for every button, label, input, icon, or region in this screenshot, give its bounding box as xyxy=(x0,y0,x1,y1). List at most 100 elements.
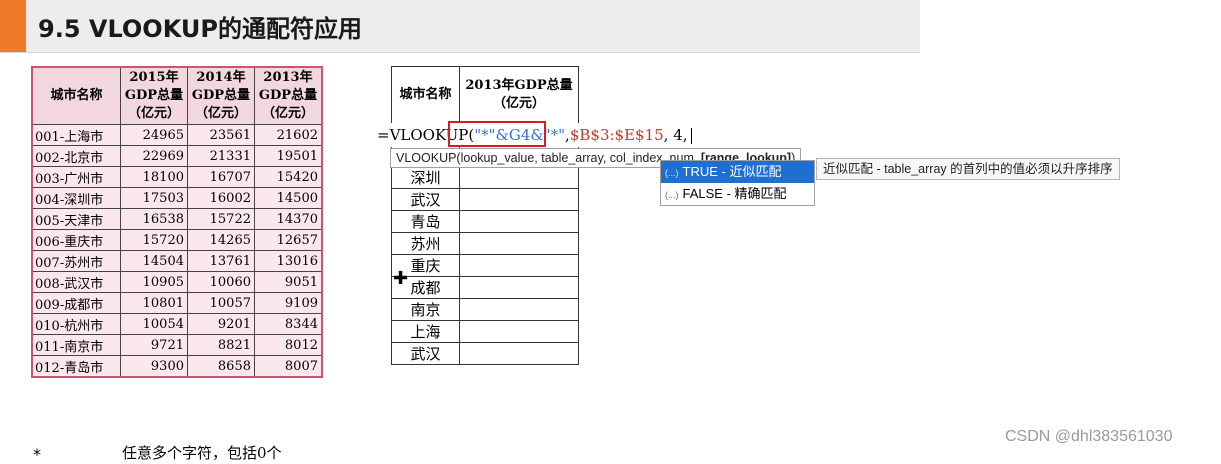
result-gdp-cell[interactable] xyxy=(459,188,579,211)
source-header-2014[interactable]: 2014年 GDP总量 （亿元） xyxy=(187,66,255,125)
source-city-cell[interactable]: 004-深圳市 xyxy=(31,187,121,209)
source-city-cell[interactable]: 012-青岛市 xyxy=(31,355,121,378)
source-gdp-cell[interactable]: 13761 xyxy=(187,250,255,272)
result-gdp-cell[interactable] xyxy=(459,210,579,233)
result-table-row: 武汉 xyxy=(391,342,579,365)
option-icon: (...) xyxy=(665,190,679,200)
source-gdp-cell[interactable]: 16707 xyxy=(187,166,255,188)
text-caret xyxy=(690,128,692,144)
result-gdp-cell[interactable] xyxy=(459,254,579,277)
option-description-tooltip: 近似匹配 - table_array 的首列中的值必须以升序排序 xyxy=(816,158,1120,180)
source-gdp-cell[interactable]: 9051 xyxy=(254,271,323,293)
source-gdp-cell[interactable]: 10801 xyxy=(120,292,188,314)
dropdown-option-false[interactable]: (...) FALSE - 精确匹配 xyxy=(661,183,814,205)
result-city-cell[interactable]: 深圳 xyxy=(391,166,460,189)
source-table-row: 003-广州市 18100 16707 15420 xyxy=(31,166,323,188)
source-city-cell[interactable]: 010-杭州市 xyxy=(31,313,121,335)
source-gdp-cell[interactable]: 23561 xyxy=(187,124,255,146)
source-city-cell[interactable]: 001-上海市 xyxy=(31,124,121,146)
source-table-row: 010-杭州市 10054 9201 8344 xyxy=(31,313,323,335)
source-city-cell[interactable]: 002-北京市 xyxy=(31,145,121,167)
result-city-cell[interactable]: 武汉 xyxy=(391,342,460,365)
source-gdp-cell[interactable]: 8658 xyxy=(187,355,255,378)
source-gdp-cell[interactable]: 10060 xyxy=(187,271,255,293)
result-table-row: 苏州 xyxy=(391,232,579,255)
source-table-row: 012-青岛市 9300 8658 8007 xyxy=(31,355,323,378)
source-gdp-cell[interactable]: 14504 xyxy=(120,250,188,272)
source-gdp-cell[interactable]: 14370 xyxy=(254,208,323,230)
result-gdp-cell[interactable] xyxy=(459,232,579,255)
result-city-cell[interactable]: 武汉 xyxy=(391,188,460,211)
source-gdp-cell[interactable]: 17503 xyxy=(120,187,188,209)
source-gdp-cell[interactable]: 8821 xyxy=(187,334,255,356)
source-gdp-cell[interactable]: 9721 xyxy=(120,334,188,356)
result-gdp-cell[interactable] xyxy=(459,166,579,189)
source-table-row: 006-重庆市 15720 14265 12657 xyxy=(31,229,323,251)
source-header-2015[interactable]: 2015年 GDP总量 （亿元） xyxy=(120,66,188,125)
wildcard-symbol: * xyxy=(33,445,41,464)
source-gdp-cell[interactable]: 10054 xyxy=(120,313,188,335)
source-gdp-cell[interactable]: 14265 xyxy=(187,229,255,251)
source-gdp-cell[interactable]: 9109 xyxy=(254,292,323,314)
result-gdp-cell[interactable] xyxy=(459,298,579,321)
source-gdp-cell[interactable]: 18100 xyxy=(120,166,188,188)
source-gdp-cell[interactable]: 22969 xyxy=(120,145,188,167)
source-city-cell[interactable]: 009-成都市 xyxy=(31,292,121,314)
range-lookup-dropdown: (...) TRUE - 近似匹配 (...) FALSE - 精确匹配 xyxy=(660,160,815,206)
result-city-cell[interactable]: 上海 xyxy=(391,320,460,343)
source-gdp-cell[interactable]: 15420 xyxy=(254,166,323,188)
source-gdp-cell[interactable]: 10057 xyxy=(187,292,255,314)
source-gdp-cell[interactable]: 8012 xyxy=(254,334,323,356)
source-city-cell[interactable]: 008-武汉市 xyxy=(31,271,121,293)
result-table-row: 南京 xyxy=(391,298,579,321)
watermark: CSDN @dhl383561030 xyxy=(1005,428,1173,445)
result-table-row: 深圳 xyxy=(391,166,579,189)
source-city-cell[interactable]: 007-苏州市 xyxy=(31,250,121,272)
cell-select-cursor-icon: ✚ xyxy=(393,268,409,289)
source-city-cell[interactable]: 005-天津市 xyxy=(31,208,121,230)
result-table-row: 上海 xyxy=(391,320,579,343)
source-table-row: 005-天津市 16538 15722 14370 xyxy=(31,208,323,230)
source-gdp-table: 城市名称 2015年 GDP总量 （亿元） 2014年 GDP总量 （亿元） 2… xyxy=(31,66,323,378)
source-gdp-cell[interactable]: 13016 xyxy=(254,250,323,272)
result-city-cell[interactable]: 苏州 xyxy=(391,232,460,255)
result-header-city[interactable]: 城市名称 xyxy=(391,66,460,124)
source-table-row: 002-北京市 22969 21331 19501 xyxy=(31,145,323,167)
slide-title: 9.5 VLOOKUP的通配符应用 xyxy=(38,15,362,43)
source-gdp-cell[interactable]: 15722 xyxy=(187,208,255,230)
source-gdp-cell[interactable]: 19501 xyxy=(254,145,323,167)
source-gdp-cell[interactable]: 14500 xyxy=(254,187,323,209)
result-header-gdp[interactable]: 2013年GDP总量 （亿元） xyxy=(459,66,579,124)
source-header-2013[interactable]: 2013年 GDP总量 （亿元） xyxy=(254,66,323,125)
source-city-cell[interactable]: 003-广州市 xyxy=(31,166,121,188)
dropdown-option-true[interactable]: (...) TRUE - 近似匹配 xyxy=(661,161,814,183)
result-table-row: 武汉 xyxy=(391,188,579,211)
source-city-cell[interactable]: 006-重庆市 xyxy=(31,229,121,251)
source-table-row: 007-苏州市 14504 13761 13016 xyxy=(31,250,323,272)
source-gdp-cell[interactable]: 8007 xyxy=(254,355,323,378)
source-gdp-cell[interactable]: 12657 xyxy=(254,229,323,251)
result-gdp-cell[interactable] xyxy=(459,320,579,343)
result-city-cell[interactable]: 青岛 xyxy=(391,210,460,233)
source-gdp-cell[interactable]: 8344 xyxy=(254,313,323,335)
source-gdp-cell[interactable]: 16538 xyxy=(120,208,188,230)
formula-rest: , 4, xyxy=(663,126,688,144)
source-table-row: 011-南京市 9721 8821 8012 xyxy=(31,334,323,356)
source-gdp-cell[interactable]: 15720 xyxy=(120,229,188,251)
source-city-cell[interactable]: 011-南京市 xyxy=(31,334,121,356)
result-gdp-cell[interactable] xyxy=(459,276,579,299)
wildcard-description: 任意多个字符，包括0个 xyxy=(122,444,282,462)
result-gdp-cell[interactable] xyxy=(459,342,579,365)
result-city-cell[interactable]: 南京 xyxy=(391,298,460,321)
result-table-row: 成都 xyxy=(391,276,579,299)
option-label: FALSE - 精确匹配 xyxy=(682,186,787,201)
source-gdp-cell[interactable]: 10905 xyxy=(120,271,188,293)
source-gdp-cell[interactable]: 9201 xyxy=(187,313,255,335)
source-header-city[interactable]: 城市名称 xyxy=(31,66,121,125)
source-gdp-cell[interactable]: 9300 xyxy=(120,355,188,378)
result-table-row: 青岛 xyxy=(391,210,579,233)
source-gdp-cell[interactable]: 21331 xyxy=(187,145,255,167)
source-gdp-cell[interactable]: 24965 xyxy=(120,124,188,146)
source-gdp-cell[interactable]: 21602 xyxy=(254,124,323,146)
source-gdp-cell[interactable]: 16002 xyxy=(187,187,255,209)
